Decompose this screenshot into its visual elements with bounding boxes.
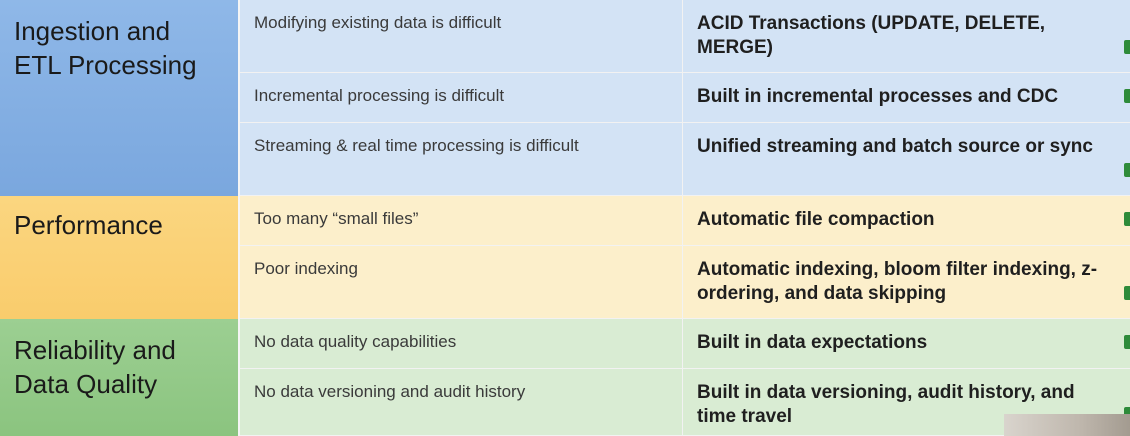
solution-text: Built in incremental processes and CDC	[697, 86, 1059, 107]
solution-text: Automatic file compaction	[697, 209, 935, 230]
category-reliability: Reliability and Data Quality	[0, 319, 240, 436]
problem-cell: Streaming & real time processing is diff…	[240, 123, 683, 196]
problem-cell: Modifying existing data is difficult	[240, 0, 683, 73]
problem-cell: No data quality capabilities	[240, 319, 683, 369]
check-icon	[1124, 163, 1130, 177]
solution-cell: Built in incremental processes and CDC	[683, 73, 1130, 123]
solution-text: Automatic indexing, bloom filter indexin…	[697, 259, 1098, 304]
solution-cell: Built in data expectations	[683, 319, 1130, 369]
solution-text: Built in data expectations	[697, 332, 928, 353]
category-ingestion: Ingestion and ETL Processing	[0, 0, 240, 196]
check-icon	[1124, 286, 1130, 300]
solution-cell: ACID Transactions (UPDATE, DELETE, MERGE…	[683, 0, 1130, 73]
solution-text: Unified streaming and batch source or sy…	[697, 136, 1093, 157]
problem-cell: Too many “small files”	[240, 196, 683, 246]
problem-cell: No data versioning and audit history	[240, 369, 683, 436]
category-label: Ingestion and ETL Processing	[14, 16, 197, 80]
solution-cell: Unified streaming and batch source or sy…	[683, 123, 1130, 196]
problem-cell: Poor indexing	[240, 246, 683, 319]
video-thumbnail	[1004, 414, 1130, 436]
category-performance: Performance	[0, 196, 240, 319]
solution-cell: Automatic indexing, bloom filter indexin…	[683, 246, 1130, 319]
solution-text: ACID Transactions (UPDATE, DELETE, MERGE…	[697, 13, 1046, 58]
check-icon	[1124, 335, 1130, 349]
category-label: Reliability and Data Quality	[14, 335, 176, 399]
category-label: Performance	[14, 210, 163, 240]
check-icon	[1124, 89, 1130, 103]
solution-cell: Automatic file compaction	[683, 196, 1130, 246]
check-icon	[1124, 40, 1130, 54]
problem-cell: Incremental processing is difficult	[240, 73, 683, 123]
comparison-table: Ingestion and ETL Processing Modifying e…	[0, 0, 1130, 436]
check-icon	[1124, 212, 1130, 226]
